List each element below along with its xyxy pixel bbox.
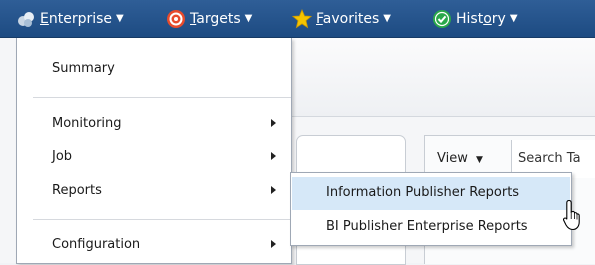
search-label: Search Ta [518, 151, 581, 166]
global-menubar: Enterprise ▼ Targets ▼ Favorites ▼ Histo… [0, 0, 595, 38]
menu-item-label: Monitoring [52, 115, 122, 131]
menu-favorites[interactable]: Favorites ▼ [292, 8, 391, 30]
menu-item-label: Configuration [52, 236, 141, 252]
favorites-star-icon [292, 9, 312, 29]
menu-targets[interactable]: Targets ▼ [166, 8, 252, 30]
chevron-down-icon: ▼ [116, 13, 124, 24]
submenu-arrow-icon [271, 186, 276, 194]
menu-separator [33, 97, 291, 98]
menu-favorites-label: Favorites [316, 11, 380, 27]
submenu-item-label: BI Publisher Enterprise Reports [326, 219, 528, 234]
menu-enterprise[interactable]: Enterprise ▼ [16, 8, 124, 30]
submenu-item-label: Information Publisher Reports [326, 185, 520, 200]
menu-enterprise-label: Enterprise [40, 11, 113, 27]
menu-history[interactable]: History ▼ [432, 8, 518, 30]
history-check-icon [433, 10, 451, 28]
menu-item-label: Job [52, 148, 73, 164]
menu-history-label: History [456, 11, 506, 27]
submenu-arrow-icon [271, 119, 276, 127]
targets-icon [167, 10, 185, 28]
submenu-item-bi-publisher-enterprise-reports[interactable]: BI Publisher Enterprise Reports [292, 211, 570, 244]
menu-item-label: Summary [52, 60, 115, 76]
view-label: View [437, 151, 468, 166]
menu-item-job[interactable]: Job [17, 143, 291, 169]
menu-targets-label: Targets [190, 11, 241, 27]
view-menu-button[interactable]: View ▼ [437, 151, 483, 166]
submenu-arrow-icon [271, 240, 276, 248]
submenu-arrow-icon [271, 152, 276, 160]
chevron-down-icon: ▼ [509, 13, 518, 24]
menu-item-configuration[interactable]: Configuration [17, 231, 291, 257]
chevron-down-icon: ▼ [383, 13, 391, 24]
submenu-item-information-publisher-reports[interactable]: Information Publisher Reports [292, 177, 570, 210]
page-header-band [290, 38, 595, 117]
menu-separator [33, 219, 291, 220]
menu-item-reports[interactable]: Reports [17, 177, 291, 203]
menu-item-monitoring[interactable]: Monitoring [17, 110, 291, 136]
enterprise-icon [18, 12, 34, 27]
menu-item-summary[interactable]: Summary [17, 55, 291, 81]
chevron-down-icon: ▼ [244, 13, 253, 24]
reports-submenu: Information Publisher Reports BI Publish… [290, 172, 572, 246]
chevron-down-icon: ▼ [476, 155, 483, 165]
hand-pointer-cursor-icon [563, 199, 580, 231]
menu-item-label: Reports [52, 182, 102, 198]
enterprise-dropdown-menu: Summary Monitoring Job Reports Configura… [16, 38, 292, 264]
